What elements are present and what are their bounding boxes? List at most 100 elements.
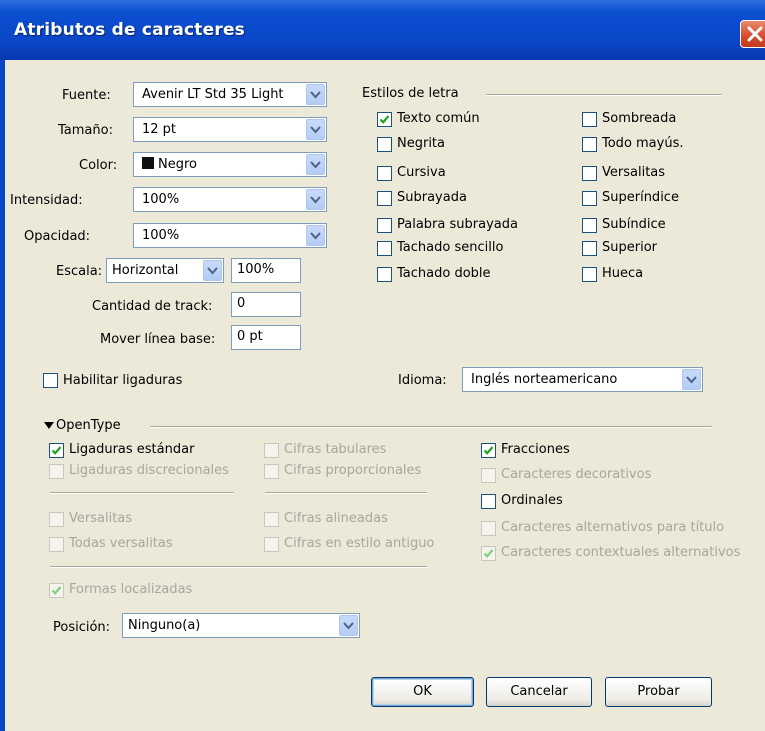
track-input[interactable]	[231, 292, 301, 317]
scale-label: Escala:	[56, 264, 103, 279]
opentype-ligaduras-discrecionales-checkbox	[49, 464, 64, 479]
style-subrayada-label: Subrayada	[397, 190, 467, 205]
opentype-cifras-proporcionales-checkbox	[264, 464, 279, 479]
check-icon	[483, 446, 494, 455]
triangle-down-icon	[44, 422, 54, 429]
style-subindice-checkbox[interactable]	[582, 218, 597, 233]
opentype-formas-localizadas-label: Formas localizadas	[69, 582, 193, 597]
opentype-ligaduras-estandar-label: Ligaduras estándar	[69, 442, 195, 457]
chevron-down-icon	[310, 126, 321, 134]
style-cursiva-label: Cursiva	[397, 165, 446, 180]
opentype-divider-col2	[265, 492, 427, 494]
scale-input[interactable]	[231, 258, 301, 283]
opentype-alternativos-titulo-label: Caracteres alternativos para título	[501, 520, 725, 535]
opentype-contextuales-alternativos-checkbox	[481, 546, 496, 561]
font-dropdown[interactable]	[306, 84, 325, 105]
ligatures-label: Habilitar ligaduras	[63, 373, 183, 388]
opentype-divider-bottom	[50, 566, 427, 568]
opentype-versalitas-label: Versalitas	[69, 511, 133, 526]
check-icon	[379, 115, 390, 124]
style-sombreada-checkbox[interactable]	[582, 112, 597, 127]
opacity-select[interactable]: 100%	[133, 223, 327, 248]
opentype-cifras-estilo-antiguo-label: Cifras en estilo antiguo	[284, 536, 435, 551]
opentype-divider-col1	[50, 492, 234, 494]
intensity-dropdown[interactable]	[306, 189, 325, 210]
opentype-contextuales-alternativos-label: Caracteres contextuales alternativos	[501, 545, 741, 560]
style-versalitas-label: Versalitas	[602, 165, 666, 180]
language-select[interactable]: Inglés norteamericano	[462, 367, 703, 392]
style-todo-mayus-checkbox[interactable]	[582, 137, 597, 152]
color-value: Negro	[158, 157, 197, 172]
style-superior-label: Superior	[602, 240, 657, 255]
window-frame	[0, 60, 5, 731]
language-dropdown[interactable]	[682, 369, 701, 390]
position-select[interactable]: Ninguno(a)	[122, 613, 360, 638]
opentype-todas-versalitas-checkbox	[49, 537, 64, 552]
opentype-fracciones-checkbox[interactable]	[481, 443, 496, 458]
cancel-button[interactable]: Cancelar	[486, 677, 592, 707]
chevron-down-icon	[310, 196, 321, 204]
baseline-label: Mover línea base:	[100, 332, 216, 347]
color-value-wrap: Negro	[142, 157, 197, 172]
size-select[interactable]: 12 pt	[133, 117, 327, 142]
style-tachado-sencillo-checkbox[interactable]	[377, 241, 392, 256]
chevron-down-icon	[686, 376, 697, 384]
style-tachado-doble-checkbox[interactable]	[377, 267, 392, 282]
styles-heading: Estilos de letra	[362, 86, 459, 101]
opacity-dropdown[interactable]	[306, 225, 325, 246]
opentype-cifras-estilo-antiguo-checkbox	[264, 537, 279, 552]
style-hueca-checkbox[interactable]	[582, 267, 597, 282]
style-subrayada-checkbox[interactable]	[377, 191, 392, 206]
opentype-cifras-tabulares-label: Cifras tabulares	[284, 442, 387, 457]
ok-button[interactable]: OK	[371, 677, 474, 707]
position-dropdown[interactable]	[339, 615, 358, 636]
position-value: Ninguno(a)	[128, 618, 201, 633]
opentype-ligaduras-estandar-checkbox[interactable]	[49, 443, 64, 458]
styles-divider	[486, 94, 722, 96]
style-superior-checkbox[interactable]	[582, 241, 597, 256]
opentype-cifras-tabulares-checkbox	[264, 443, 279, 458]
check-icon	[51, 586, 62, 595]
opentype-ordinales-checkbox[interactable]	[481, 494, 496, 509]
baseline-value[interactable]	[237, 329, 295, 344]
style-versalitas-checkbox[interactable]	[582, 166, 597, 181]
preview-button[interactable]: Probar	[605, 677, 712, 707]
scale-value[interactable]	[237, 262, 295, 277]
opentype-caracteres-decorativos-label: Caracteres decorativos	[501, 467, 652, 482]
style-negrita-checkbox[interactable]	[377, 137, 392, 152]
chevron-down-icon	[310, 232, 321, 240]
chevron-down-icon	[343, 622, 354, 630]
style-superindice-checkbox[interactable]	[582, 191, 597, 206]
language-label: Idioma:	[398, 373, 447, 388]
style-tachado-sencillo-label: Tachado sencillo	[397, 240, 504, 255]
opentype-heading: OpenType	[56, 418, 121, 433]
intensity-label: Intensidad:	[10, 193, 83, 208]
scale-mode-select[interactable]: Horizontal	[106, 258, 224, 283]
track-value[interactable]	[237, 296, 295, 311]
opentype-todas-versalitas-label: Todas versalitas	[69, 536, 173, 551]
color-label: Color:	[79, 158, 118, 173]
title-bar: Atributos de caracteres	[0, 0, 765, 60]
color-dropdown[interactable]	[306, 154, 325, 175]
size-value: 12 pt	[142, 122, 177, 137]
opentype-formas-localizadas-checkbox	[49, 583, 64, 598]
style-palabra-subrayada-label: Palabra subrayada	[397, 217, 518, 232]
opacity-value: 100%	[142, 228, 180, 243]
chevron-down-icon	[207, 267, 218, 275]
color-select[interactable]: Negro	[133, 152, 327, 177]
font-select[interactable]: Avenir LT Std 35 Light	[133, 82, 327, 107]
size-dropdown[interactable]	[306, 119, 325, 140]
baseline-input[interactable]	[231, 325, 301, 350]
opentype-divider	[150, 426, 712, 428]
scale-mode-dropdown[interactable]	[203, 260, 222, 281]
style-tachado-doble-label: Tachado doble	[397, 266, 491, 281]
style-texto-comun-checkbox[interactable]	[377, 112, 392, 127]
opacity-label: Opacidad:	[24, 229, 91, 244]
style-cursiva-checkbox[interactable]	[377, 166, 392, 181]
opentype-ligaduras-discrecionales-label: Ligaduras discrecionales	[69, 463, 229, 478]
ligatures-checkbox[interactable]	[43, 373, 58, 388]
chevron-down-icon	[310, 161, 321, 169]
intensity-select[interactable]: 100%	[133, 187, 327, 212]
style-palabra-subrayada-checkbox[interactable]	[377, 218, 392, 233]
close-button[interactable]	[740, 20, 765, 48]
